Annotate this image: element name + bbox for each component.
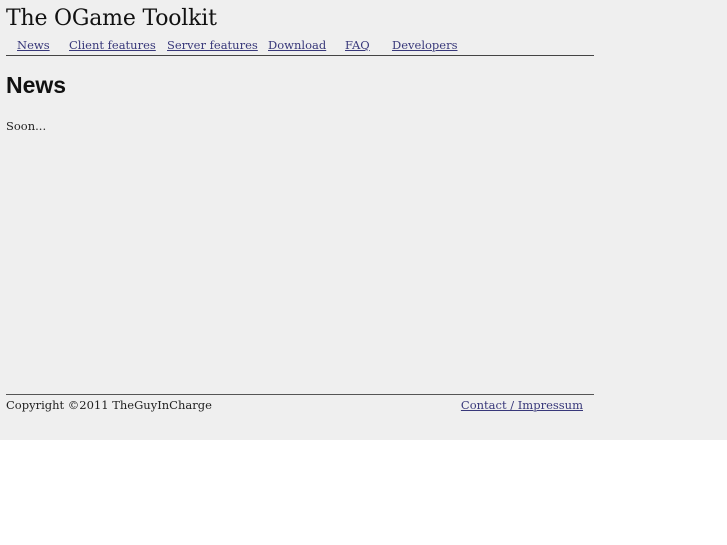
nav-item-news[interactable]: News	[17, 38, 50, 52]
nav-item-server-features[interactable]: Server features	[167, 38, 258, 52]
nav-item-download[interactable]: Download	[268, 38, 326, 52]
news-text: Soon...	[6, 119, 47, 133]
nav-item-client-features[interactable]: Client features	[69, 38, 156, 52]
copyright-text: Copyright ©2011 TheGuyInCharge	[6, 398, 212, 412]
page-background: The OGame Toolkit News Client features S…	[0, 0, 727, 440]
site-title: The OGame Toolkit	[6, 6, 217, 31]
main-nav: News Client features Server features Dow…	[6, 38, 594, 56]
page-heading: News	[6, 72, 67, 98]
nav-item-developers[interactable]: Developers	[392, 38, 458, 52]
contact-impressum-link[interactable]: Contact / Impressum	[461, 398, 583, 412]
footer: Copyright ©2011 TheGuyInCharge Contact /…	[6, 394, 594, 415]
nav-item-faq[interactable]: FAQ	[345, 38, 370, 52]
